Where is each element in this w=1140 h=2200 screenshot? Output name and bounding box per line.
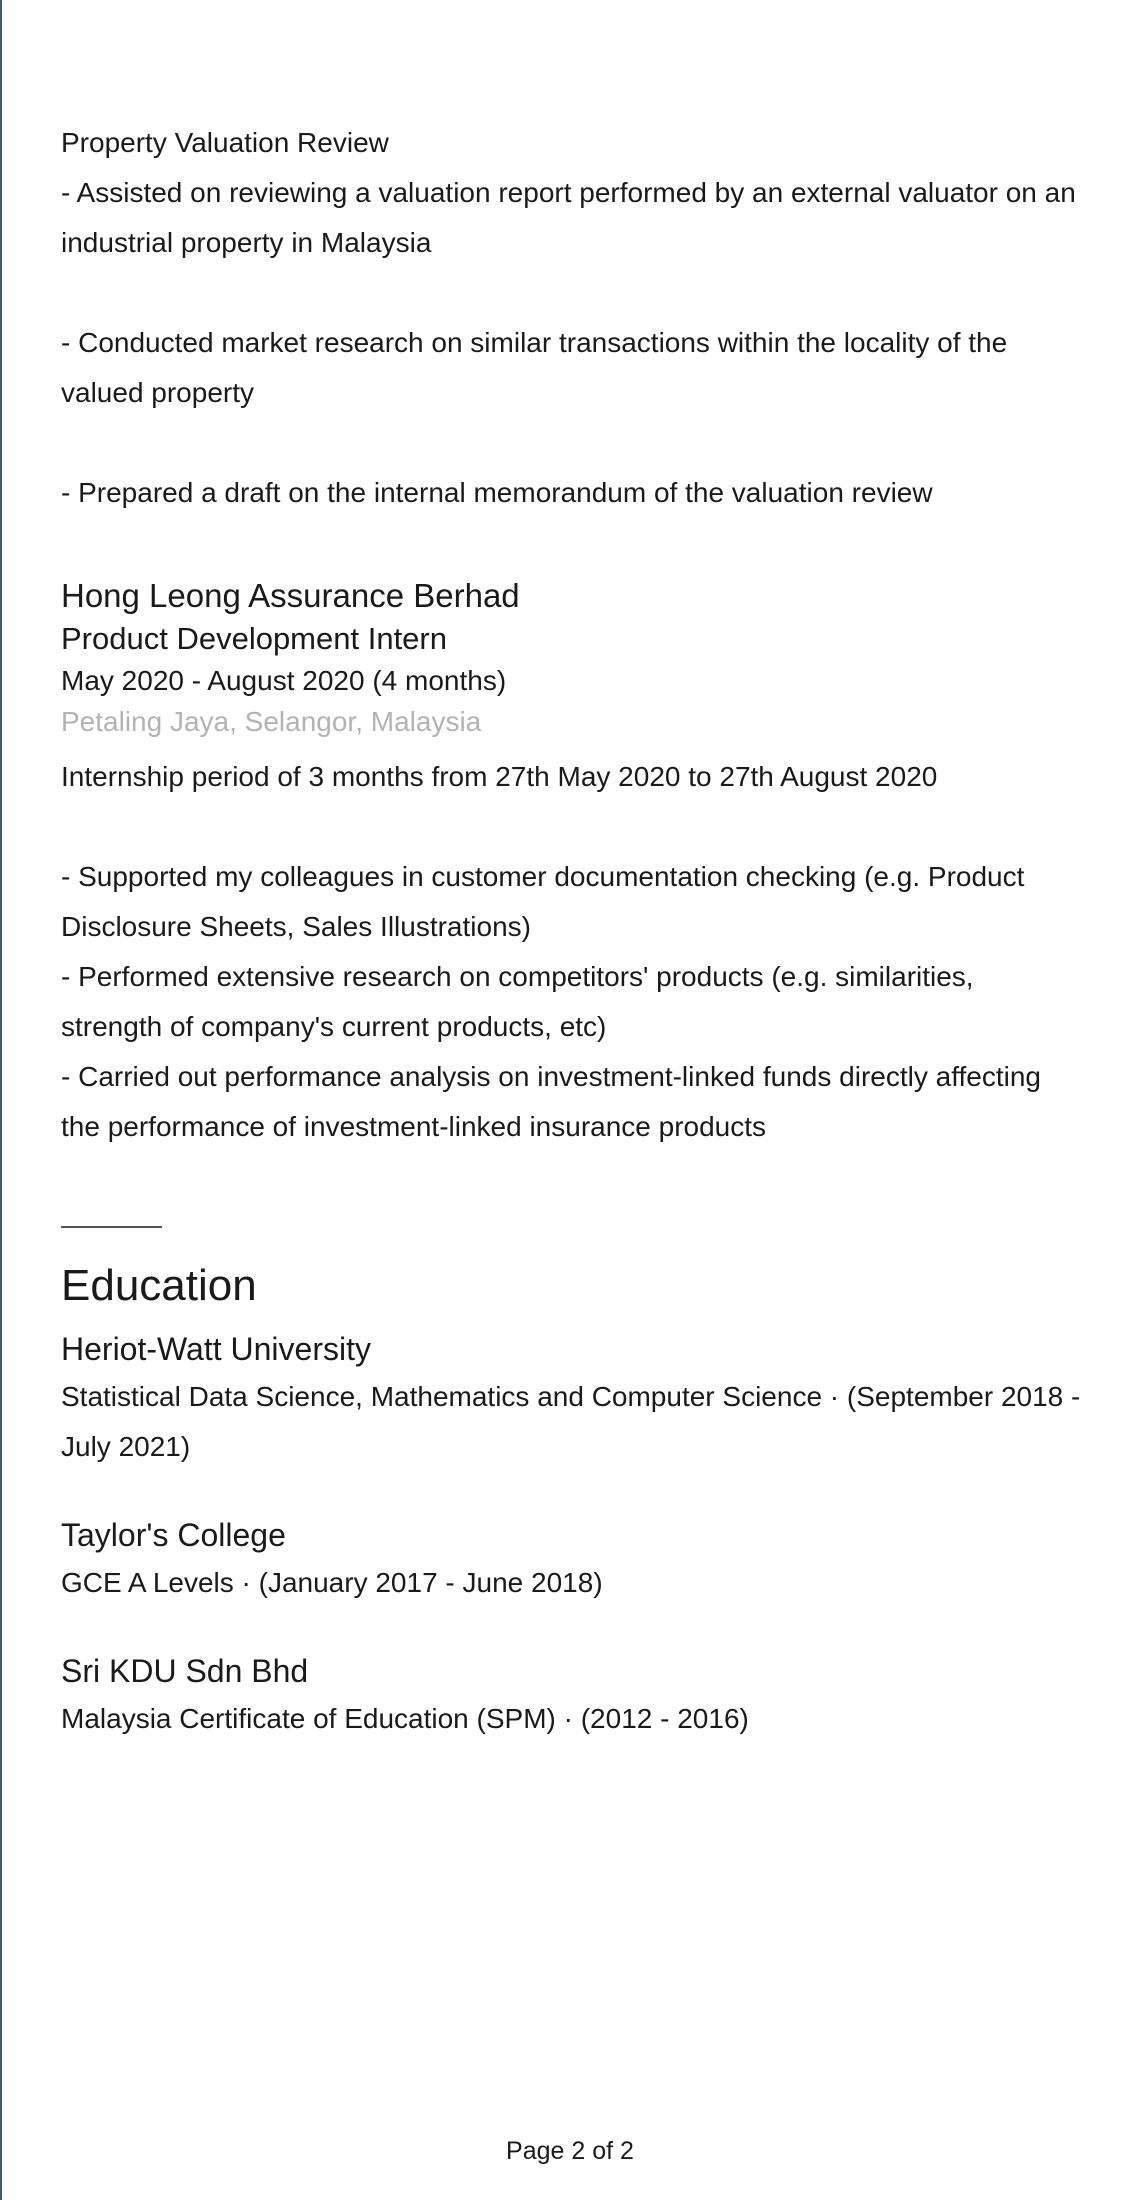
- degree-detail: Statistical Data Science, Mathematics an…: [61, 1381, 1081, 1462]
- school-name: Heriot-Watt University: [61, 1331, 371, 1367]
- school-name: Taylor's College: [61, 1517, 286, 1553]
- job-title: Product Development Intern: [61, 621, 447, 656]
- page-number: Page 2 of 2: [506, 2137, 634, 2165]
- job-bullet: - Carried out performance analysis on in…: [61, 1061, 1041, 1142]
- job-company: Hong Leong Assurance Berhad: [61, 577, 520, 614]
- project-title: Property Valuation Review: [61, 127, 389, 158]
- job-summary: Internship period of 3 months from 27th …: [61, 761, 938, 792]
- job-dates: May 2020 - August 2020 (4 months): [61, 665, 507, 696]
- project-bullet: - Prepared a draft on the internal memor…: [61, 477, 933, 508]
- school-name: Sri KDU Sdn Bhd: [61, 1653, 309, 1689]
- education-entry: Taylor's College GCE A Levels · (January…: [61, 1512, 1081, 1608]
- page-left-border: [0, 0, 2, 2200]
- education-entry: Sri KDU Sdn Bhd Malaysia Certificate of …: [61, 1648, 1081, 1744]
- job-bullet: - Supported my colleagues in customer do…: [61, 861, 1025, 942]
- job-bullet: - Performed extensive research on compet…: [61, 961, 974, 1042]
- degree-detail: Malaysia Certificate of Education (SPM) …: [61, 1703, 749, 1734]
- job-location: Petaling Jaya, Selangor, Malaysia: [61, 706, 482, 737]
- degree-detail: GCE A Levels · (January 2017 - June 2018…: [61, 1567, 603, 1598]
- section-title-education: Education: [61, 1261, 257, 1310]
- project-entry: Property Valuation Review - Assisted on …: [61, 118, 1081, 518]
- education-entry: Heriot-Watt University Statistical Data …: [61, 1326, 1081, 1472]
- project-bullet: - Assisted on reviewing a valuation repo…: [61, 177, 1076, 258]
- education-section: Education Heriot-Watt University Statist…: [61, 1256, 1081, 1744]
- project-bullet: - Conducted market research on similar t…: [61, 327, 1008, 408]
- experience-entry: Hong Leong Assurance Berhad Product Deve…: [61, 574, 1081, 1152]
- resume-page-content: Property Valuation Review - Assisted on …: [61, 118, 1081, 1744]
